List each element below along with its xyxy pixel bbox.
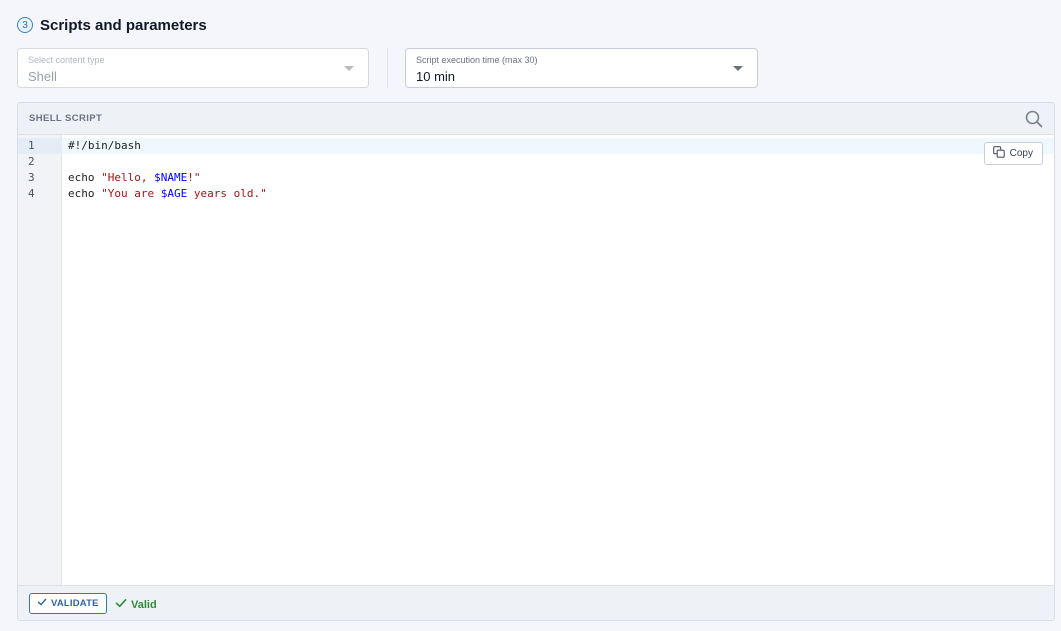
code-token: $AGE — [160, 187, 188, 200]
code-text: echo "You are $AGE years old." — [68, 186, 267, 202]
code-line[interactable] — [62, 154, 1054, 170]
script-editor: SHELL SCRIPT 12 3 4 #!/bin/bash echo "Hello… — [17, 102, 1055, 621]
section-header: 3 Scripts and parameters — [17, 15, 207, 35]
code-token: #!/bin/bash — [68, 139, 141, 152]
validate-label: VALIDATE — [51, 598, 99, 609]
code-line[interactable]: echo "You are $AGE years old." — [62, 186, 1054, 202]
copy-button[interactable]: Copy — [983, 142, 1043, 165]
code-line[interactable]: echo "Hello, $NAME!" — [62, 170, 1054, 186]
code-line[interactable]: #!/bin/bash — [62, 138, 1054, 154]
validate-button[interactable]: VALIDATE — [29, 593, 107, 614]
line-number: 1 — [18, 138, 62, 154]
chevron-down-icon — [344, 66, 354, 71]
validation-status-label: Valid — [131, 598, 157, 611]
line-number-gutter: 12 3 4 — [18, 135, 62, 586]
page: 3 Scripts and parameters Select content … — [0, 0, 1061, 631]
content-type-label: Select content type — [28, 55, 105, 65]
line-number: 3 — [28, 171, 35, 184]
validation-status: Valid — [115, 597, 157, 612]
copy-icon — [992, 146, 1005, 161]
copy-label: Copy — [1009, 148, 1033, 159]
line-number: 2 — [28, 155, 35, 168]
execution-time-label: Script execution time (max 30) — [416, 55, 538, 65]
execution-time-value: 10 min — [416, 69, 456, 84]
chevron-down-icon — [733, 66, 743, 71]
check-icon — [115, 597, 127, 612]
code-text: #!/bin/bash — [68, 138, 141, 154]
code-token: years old." — [187, 187, 267, 200]
editor-footer: VALIDATE Valid — [18, 585, 1054, 620]
code-area[interactable]: #!/bin/bash echo "Hello, $NAME!" echo "You… — [62, 135, 1054, 586]
search-icon[interactable] — [1024, 109, 1044, 129]
code-token: "Hello, — [101, 171, 155, 184]
editor-title: SHELL SCRIPT — [29, 113, 103, 124]
content-type-select[interactable]: Select content type Shell — [17, 48, 369, 88]
code-token: !" — [187, 171, 201, 184]
content-type-value: Shell — [28, 69, 57, 84]
field-divider — [387, 48, 388, 88]
code-token: echo — [68, 171, 102, 184]
step-badge: 3 — [17, 17, 33, 33]
code-token: echo — [68, 187, 102, 200]
editor-header: SHELL SCRIPT — [18, 103, 1054, 135]
code-token: $NAME — [154, 171, 188, 184]
section-title: Scripts and parameters — [40, 16, 207, 34]
execution-time-select[interactable]: Script execution time (max 30) 10 min — [405, 48, 758, 88]
code-token: "You are — [101, 187, 161, 200]
code-text: echo "Hello, $NAME!" — [68, 170, 200, 186]
line-number: 4 — [28, 187, 35, 200]
check-icon — [37, 597, 47, 610]
